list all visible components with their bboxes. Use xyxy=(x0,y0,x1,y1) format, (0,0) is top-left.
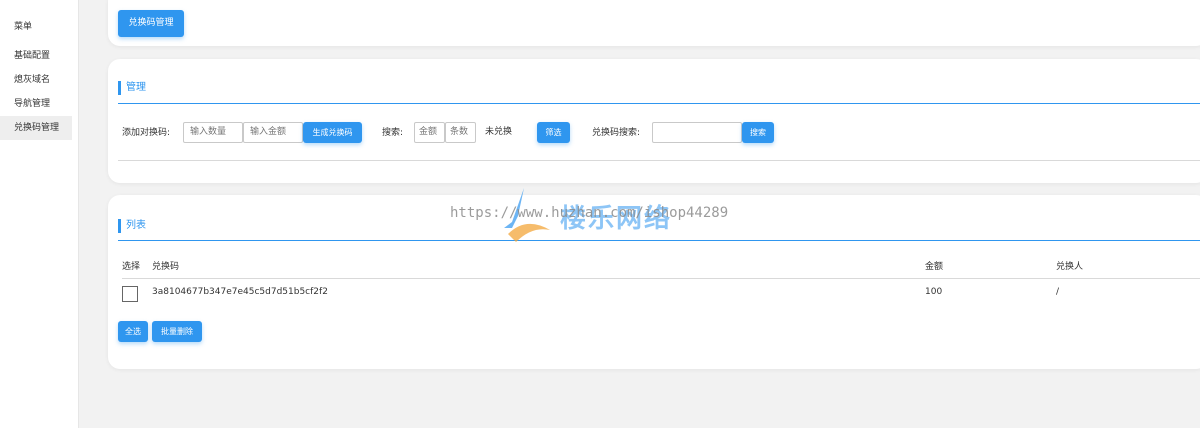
manage-form: 添加对换码: 输入数量 输入金额 生成兑换码 搜索: 金额 条数 未兑换 筛选 … xyxy=(122,122,1200,144)
batch-delete-button[interactable]: 批量删除 xyxy=(152,321,202,342)
table-header: 选择 兑换码 金额 兑换人 xyxy=(122,259,1200,279)
code-search-label: 兑换码搜索: xyxy=(592,128,641,138)
select-all-button[interactable]: 全选 xyxy=(118,321,148,342)
row-checkbox[interactable] xyxy=(122,286,138,302)
quantity-input[interactable]: 输入数量 xyxy=(183,122,243,143)
list-section-title: 列表 xyxy=(118,219,146,233)
search-label: 搜索: xyxy=(382,128,404,138)
table-row: 3a8104677b347e7e45c5d7d51b5cf2f2 100 / xyxy=(122,284,1200,304)
manage-title-divider xyxy=(118,103,1200,104)
code-manage-button[interactable]: 兑换码管理 xyxy=(118,10,184,37)
list-card: 列表 选择 兑换码 金额 兑换人 3a8104677b347e7e45c5d7d… xyxy=(108,195,1200,369)
filter-button[interactable]: 筛选 xyxy=(537,122,570,143)
list-title-divider xyxy=(118,240,1200,241)
row-redeemer: / xyxy=(1056,287,1060,297)
add-code-label: 添加对换码: xyxy=(122,128,171,138)
generate-code-button[interactable]: 生成兑换码 xyxy=(303,122,362,143)
code-search-input[interactable] xyxy=(652,122,742,143)
row-code: 3a8104677b347e7e45c5d7d51b5cf2f2 xyxy=(152,287,328,297)
count-filter-input[interactable]: 条数 xyxy=(445,122,476,143)
search-button[interactable]: 搜索 xyxy=(742,122,774,143)
status-select[interactable]: 未兑换 xyxy=(478,122,536,143)
amount-input[interactable]: 输入金额 xyxy=(243,122,303,143)
header-card: 兑换码管理 xyxy=(108,0,1200,46)
column-header-code: 兑换码 xyxy=(152,262,180,272)
sidebar-item-code-manage[interactable]: 兑换码管理 xyxy=(0,116,72,140)
manage-section-title: 管理 xyxy=(118,81,146,95)
sidebar-item-basic-config[interactable]: 基础配置 xyxy=(0,44,72,68)
column-header-redeemer: 兑换人 xyxy=(1056,262,1084,272)
sidebar-item-domain[interactable]: 熄灰域名 xyxy=(0,68,72,92)
sidebar-title: 菜单 xyxy=(14,22,33,32)
row-amount: 100 xyxy=(925,287,943,297)
manage-card: 管理 添加对换码: 输入数量 输入金额 生成兑换码 搜索: 金额 条数 未兑换 … xyxy=(108,59,1200,183)
sidebar: 菜单 基础配置 熄灰域名 导航管理 兑换码管理 xyxy=(0,0,79,428)
column-header-amount: 金额 xyxy=(925,262,944,272)
amount-filter-input[interactable]: 金额 xyxy=(414,122,445,143)
column-header-select: 选择 xyxy=(122,262,141,272)
manage-bottom-divider xyxy=(118,160,1200,161)
sidebar-item-nav-manage[interactable]: 导航管理 xyxy=(0,92,72,116)
